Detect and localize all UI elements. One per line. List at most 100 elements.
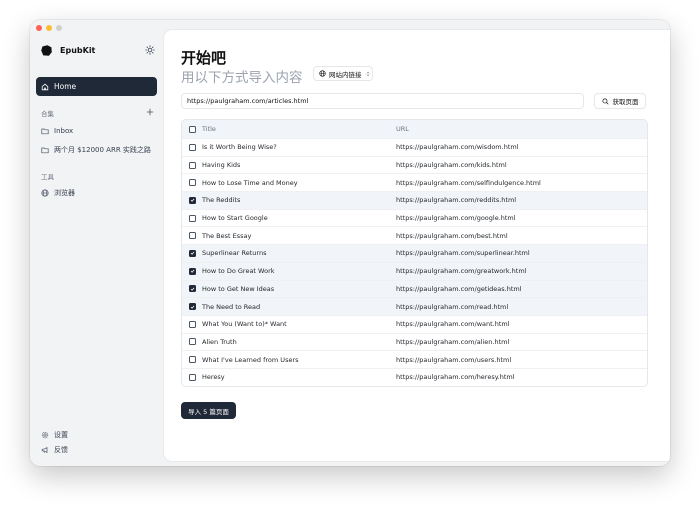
table-row[interactable]: The Best Essay https://paulgraham.com/bes… bbox=[182, 226, 647, 244]
check-icon bbox=[190, 252, 195, 256]
check-icon bbox=[190, 199, 195, 203]
row-url: https://paulgraham.com/selfindulgence.ht… bbox=[396, 178, 541, 187]
folder-icon bbox=[41, 147, 49, 154]
table-header: Title URL bbox=[182, 120, 647, 138]
row-checkbox[interactable] bbox=[189, 214, 196, 222]
table-row[interactable]: Heresy https://paulgraham.com/heresy.html bbox=[182, 367, 647, 386]
row-url: https://paulgraham.com/superlinear.html bbox=[396, 249, 530, 258]
row-title: The Need to Read bbox=[202, 302, 261, 311]
app-window: EpubKit Home 合集 Inbox 两个月 $12000 ARR 实践之… bbox=[30, 20, 670, 466]
row-checkbox[interactable] bbox=[189, 373, 196, 381]
row-title: Having Kids bbox=[202, 161, 241, 170]
table-row[interactable]: The Need to Read https://paulgraham.com/r… bbox=[182, 297, 647, 315]
row-title: How to Do Great Work bbox=[202, 267, 275, 276]
row-url: https://paulgraham.com/greatwork.html bbox=[396, 267, 527, 276]
sidebar-item-label: 浏览器 bbox=[54, 189, 75, 197]
column-header-title: Title bbox=[202, 125, 216, 133]
sidebar-item-feedback[interactable]: 反馈 bbox=[41, 445, 68, 455]
chevron-updown-icon bbox=[366, 71, 369, 76]
row-title: Superlinear Returns bbox=[202, 249, 267, 258]
table-row[interactable]: What You (Want to)* Want https://paulgrah… bbox=[182, 314, 647, 333]
row-url: https://paulgraham.com/users.html bbox=[396, 355, 512, 364]
row-checkbox[interactable] bbox=[189, 179, 196, 187]
table-row[interactable]: Superlinear Returns https://paulgraham.co… bbox=[182, 244, 647, 262]
sidebar-item-label: Home bbox=[54, 82, 77, 91]
globe-icon bbox=[319, 70, 326, 77]
row-checkbox[interactable] bbox=[189, 161, 196, 169]
table-row[interactable]: How to Start Google https://paulgraham.co… bbox=[182, 208, 647, 227]
row-title: Is it Worth Being Wise? bbox=[202, 143, 277, 152]
row-url: https://paulgraham.com/best.html bbox=[396, 231, 508, 240]
row-url: https://paulgraham.com/want.html bbox=[396, 320, 510, 329]
row-url: https://paulgraham.com/reddits.html bbox=[396, 196, 517, 205]
folder-icon bbox=[41, 128, 49, 135]
table-row[interactable]: How to Get New Ideas https://paulgraham.c… bbox=[182, 279, 647, 298]
row-checkbox[interactable] bbox=[189, 356, 196, 364]
row-checkbox[interactable] bbox=[189, 267, 196, 275]
row-title: How to Get New Ideas bbox=[202, 284, 275, 293]
table-row[interactable]: Having Kids https://paulgraham.com/kids.h… bbox=[182, 155, 647, 174]
row-url: https://paulgraham.com/heresy.html bbox=[396, 373, 515, 382]
column-header-url: URL bbox=[396, 125, 409, 133]
pages-table: Title URL Is it Worth Being Wise? https:/… bbox=[181, 119, 648, 387]
check-icon bbox=[190, 269, 195, 273]
url-input[interactable] bbox=[181, 93, 584, 109]
search-icon bbox=[601, 97, 609, 105]
row-checkbox[interactable] bbox=[189, 320, 196, 328]
sidebar-item-label: 设置 bbox=[54, 431, 68, 439]
add-collection-icon[interactable] bbox=[146, 108, 154, 116]
row-checkbox[interactable] bbox=[189, 338, 196, 346]
row-url: https://paulgraham.com/wisdom.html bbox=[396, 143, 519, 152]
import-mode-value: 网站内链接 bbox=[329, 70, 362, 79]
select-all-checkbox[interactable] bbox=[189, 125, 196, 133]
sidebar-item-collection[interactable]: 两个月 $12000 ARR 实践之路 bbox=[41, 145, 151, 155]
table-row[interactable]: Alien Truth https://paulgraham.com/alien.… bbox=[182, 332, 647, 351]
row-title: The Reddits bbox=[202, 196, 241, 205]
collections-heading: 合集 bbox=[41, 110, 54, 118]
row-checkbox[interactable] bbox=[189, 232, 196, 240]
fetch-pages-label: 获取页面 bbox=[612, 98, 639, 106]
row-checkbox[interactable] bbox=[189, 249, 196, 257]
sidebar-item-label: Inbox bbox=[54, 127, 74, 135]
row-checkbox[interactable] bbox=[189, 303, 196, 311]
row-url: https://paulgraham.com/alien.html bbox=[396, 337, 510, 346]
row-title: How to Start Google bbox=[202, 214, 268, 223]
sun-icon[interactable] bbox=[145, 45, 155, 55]
table-body: Is it Worth Being Wise? https://paulgraha… bbox=[182, 138, 647, 386]
sidebar-item-label: 反馈 bbox=[54, 446, 68, 454]
logo-icon bbox=[41, 45, 52, 56]
row-title: What I've Learned from Users bbox=[202, 355, 299, 364]
tools-heading: 工具 bbox=[41, 173, 54, 181]
row-title: What You (Want to)* Want bbox=[202, 320, 287, 329]
row-checkbox[interactable] bbox=[189, 143, 196, 151]
row-url: https://paulgraham.com/google.html bbox=[396, 214, 516, 223]
row-url: https://paulgraham.com/read.html bbox=[396, 302, 509, 311]
app-name: EpubKit bbox=[60, 46, 96, 55]
import-pages-button[interactable]: 导入 5 篇页面 bbox=[181, 402, 236, 419]
row-checkbox[interactable] bbox=[189, 285, 196, 293]
fetch-pages-button[interactable]: 获取页面 bbox=[594, 93, 646, 109]
table-row[interactable]: How to Lose Time and Money https://paulgr… bbox=[182, 173, 647, 191]
sidebar-item-home[interactable]: Home bbox=[36, 77, 157, 96]
globe-icon bbox=[41, 189, 49, 197]
row-url: https://paulgraham.com/getideas.html bbox=[396, 284, 522, 293]
sidebar-item-browser[interactable]: 浏览器 bbox=[41, 188, 75, 198]
sidebar-item-inbox[interactable]: Inbox bbox=[41, 127, 73, 135]
table-row[interactable]: What I've Learned from Users https://paul… bbox=[182, 350, 647, 368]
row-title: Alien Truth bbox=[202, 337, 237, 346]
row-checkbox[interactable] bbox=[189, 196, 196, 204]
page-subtitle: 用以下方式导入内容 bbox=[181, 70, 303, 86]
main-panel: 开始吧 用以下方式导入内容 网站内链接 获取页面 bbox=[164, 30, 670, 461]
home-icon bbox=[41, 83, 49, 90]
row-title: The Best Essay bbox=[202, 231, 252, 240]
brand: EpubKit bbox=[40, 44, 95, 57]
megaphone-icon bbox=[41, 447, 48, 453]
page-title: 开始吧 bbox=[181, 49, 227, 67]
check-icon bbox=[190, 305, 195, 309]
sidebar-item-settings[interactable]: 设置 bbox=[41, 430, 68, 440]
table-row[interactable]: The Reddits https://paulgraham.com/reddit… bbox=[182, 191, 647, 209]
import-mode-select[interactable]: 网站内链接 bbox=[313, 66, 373, 81]
table-row[interactable]: How to Do Great Work https://paulgraham.c… bbox=[182, 261, 647, 280]
gear-icon bbox=[41, 431, 49, 439]
table-row[interactable]: Is it Worth Being Wise? https://paulgraha… bbox=[182, 138, 647, 156]
